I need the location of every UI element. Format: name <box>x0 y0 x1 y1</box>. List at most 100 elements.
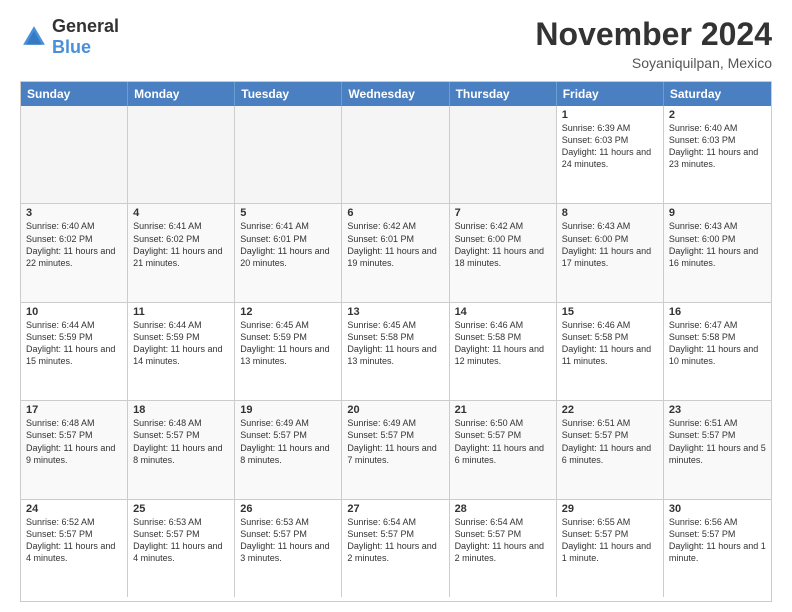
day-info: Sunrise: 6:54 AM Sunset: 5:57 PM Dayligh… <box>455 516 551 565</box>
logo-general: General <box>52 16 119 36</box>
day-number: 28 <box>455 503 551 515</box>
day-number: 12 <box>240 306 336 318</box>
day-info: Sunrise: 6:48 AM Sunset: 5:57 PM Dayligh… <box>26 417 122 466</box>
calendar-cell <box>21 106 128 203</box>
header: General Blue November 2024 Soyaniquilpan… <box>20 16 772 71</box>
day-number: 9 <box>669 207 766 219</box>
day-info: Sunrise: 6:49 AM Sunset: 5:57 PM Dayligh… <box>240 417 336 466</box>
calendar-cell: 11Sunrise: 6:44 AM Sunset: 5:59 PM Dayli… <box>128 303 235 400</box>
calendar-row: 3Sunrise: 6:40 AM Sunset: 6:02 PM Daylig… <box>21 204 771 302</box>
weekday-header: Friday <box>557 82 664 106</box>
calendar-cell: 4Sunrise: 6:41 AM Sunset: 6:02 PM Daylig… <box>128 204 235 301</box>
day-info: Sunrise: 6:43 AM Sunset: 6:00 PM Dayligh… <box>562 220 658 269</box>
weekday-header: Saturday <box>664 82 771 106</box>
calendar-cell: 6Sunrise: 6:42 AM Sunset: 6:01 PM Daylig… <box>342 204 449 301</box>
day-number: 10 <box>26 306 122 318</box>
logo-blue: Blue <box>52 37 91 57</box>
day-number: 16 <box>669 306 766 318</box>
calendar-cell: 21Sunrise: 6:50 AM Sunset: 5:57 PM Dayli… <box>450 401 557 498</box>
day-number: 27 <box>347 503 443 515</box>
calendar-cell: 28Sunrise: 6:54 AM Sunset: 5:57 PM Dayli… <box>450 500 557 597</box>
day-info: Sunrise: 6:41 AM Sunset: 6:02 PM Dayligh… <box>133 220 229 269</box>
calendar-cell: 9Sunrise: 6:43 AM Sunset: 6:00 PM Daylig… <box>664 204 771 301</box>
day-info: Sunrise: 6:56 AM Sunset: 5:57 PM Dayligh… <box>669 516 766 565</box>
weekday-header: Wednesday <box>342 82 449 106</box>
day-info: Sunrise: 6:42 AM Sunset: 6:01 PM Dayligh… <box>347 220 443 269</box>
day-info: Sunrise: 6:49 AM Sunset: 5:57 PM Dayligh… <box>347 417 443 466</box>
day-info: Sunrise: 6:55 AM Sunset: 5:57 PM Dayligh… <box>562 516 658 565</box>
logo: General Blue <box>20 16 119 58</box>
calendar-cell: 23Sunrise: 6:51 AM Sunset: 5:57 PM Dayli… <box>664 401 771 498</box>
day-info: Sunrise: 6:51 AM Sunset: 5:57 PM Dayligh… <box>669 417 766 466</box>
calendar-cell: 10Sunrise: 6:44 AM Sunset: 5:59 PM Dayli… <box>21 303 128 400</box>
calendar-cell: 12Sunrise: 6:45 AM Sunset: 5:59 PM Dayli… <box>235 303 342 400</box>
day-info: Sunrise: 6:40 AM Sunset: 6:03 PM Dayligh… <box>669 122 766 171</box>
calendar-cell: 29Sunrise: 6:55 AM Sunset: 5:57 PM Dayli… <box>557 500 664 597</box>
day-info: Sunrise: 6:53 AM Sunset: 5:57 PM Dayligh… <box>240 516 336 565</box>
calendar-cell: 20Sunrise: 6:49 AM Sunset: 5:57 PM Dayli… <box>342 401 449 498</box>
day-number: 21 <box>455 404 551 416</box>
month-title: November 2024 <box>535 16 772 53</box>
day-number: 20 <box>347 404 443 416</box>
calendar-cell: 24Sunrise: 6:52 AM Sunset: 5:57 PM Dayli… <box>21 500 128 597</box>
calendar-cell: 8Sunrise: 6:43 AM Sunset: 6:00 PM Daylig… <box>557 204 664 301</box>
calendar-row: 1Sunrise: 6:39 AM Sunset: 6:03 PM Daylig… <box>21 106 771 204</box>
calendar-row: 24Sunrise: 6:52 AM Sunset: 5:57 PM Dayli… <box>21 500 771 597</box>
location: Soyaniquilpan, Mexico <box>535 55 772 71</box>
calendar-cell: 30Sunrise: 6:56 AM Sunset: 5:57 PM Dayli… <box>664 500 771 597</box>
day-info: Sunrise: 6:54 AM Sunset: 5:57 PM Dayligh… <box>347 516 443 565</box>
day-number: 30 <box>669 503 766 515</box>
weekday-header: Thursday <box>450 82 557 106</box>
day-number: 15 <box>562 306 658 318</box>
day-number: 25 <box>133 503 229 515</box>
day-number: 5 <box>240 207 336 219</box>
day-info: Sunrise: 6:41 AM Sunset: 6:01 PM Dayligh… <box>240 220 336 269</box>
calendar-row: 10Sunrise: 6:44 AM Sunset: 5:59 PM Dayli… <box>21 303 771 401</box>
day-info: Sunrise: 6:45 AM Sunset: 5:58 PM Dayligh… <box>347 319 443 368</box>
day-number: 7 <box>455 207 551 219</box>
day-info: Sunrise: 6:46 AM Sunset: 5:58 PM Dayligh… <box>455 319 551 368</box>
calendar-cell: 17Sunrise: 6:48 AM Sunset: 5:57 PM Dayli… <box>21 401 128 498</box>
calendar-row: 17Sunrise: 6:48 AM Sunset: 5:57 PM Dayli… <box>21 401 771 499</box>
calendar: SundayMondayTuesdayWednesdayThursdayFrid… <box>20 81 772 602</box>
day-number: 2 <box>669 109 766 121</box>
calendar-header: SundayMondayTuesdayWednesdayThursdayFrid… <box>21 82 771 106</box>
day-number: 29 <box>562 503 658 515</box>
calendar-cell: 18Sunrise: 6:48 AM Sunset: 5:57 PM Dayli… <box>128 401 235 498</box>
day-number: 3 <box>26 207 122 219</box>
calendar-cell: 3Sunrise: 6:40 AM Sunset: 6:02 PM Daylig… <box>21 204 128 301</box>
day-number: 4 <box>133 207 229 219</box>
day-info: Sunrise: 6:51 AM Sunset: 5:57 PM Dayligh… <box>562 417 658 466</box>
day-number: 8 <box>562 207 658 219</box>
day-number: 17 <box>26 404 122 416</box>
calendar-cell: 7Sunrise: 6:42 AM Sunset: 6:00 PM Daylig… <box>450 204 557 301</box>
day-number: 13 <box>347 306 443 318</box>
day-info: Sunrise: 6:42 AM Sunset: 6:00 PM Dayligh… <box>455 220 551 269</box>
calendar-cell: 22Sunrise: 6:51 AM Sunset: 5:57 PM Dayli… <box>557 401 664 498</box>
weekday-header: Tuesday <box>235 82 342 106</box>
day-number: 14 <box>455 306 551 318</box>
calendar-cell <box>450 106 557 203</box>
calendar-cell: 26Sunrise: 6:53 AM Sunset: 5:57 PM Dayli… <box>235 500 342 597</box>
title-area: November 2024 Soyaniquilpan, Mexico <box>535 16 772 71</box>
day-number: 24 <box>26 503 122 515</box>
calendar-cell: 14Sunrise: 6:46 AM Sunset: 5:58 PM Dayli… <box>450 303 557 400</box>
day-info: Sunrise: 6:39 AM Sunset: 6:03 PM Dayligh… <box>562 122 658 171</box>
day-number: 1 <box>562 109 658 121</box>
day-info: Sunrise: 6:53 AM Sunset: 5:57 PM Dayligh… <box>133 516 229 565</box>
day-info: Sunrise: 6:48 AM Sunset: 5:57 PM Dayligh… <box>133 417 229 466</box>
day-info: Sunrise: 6:45 AM Sunset: 5:59 PM Dayligh… <box>240 319 336 368</box>
calendar-cell: 25Sunrise: 6:53 AM Sunset: 5:57 PM Dayli… <box>128 500 235 597</box>
calendar-page: General Blue November 2024 Soyaniquilpan… <box>0 0 792 612</box>
calendar-cell: 2Sunrise: 6:40 AM Sunset: 6:03 PM Daylig… <box>664 106 771 203</box>
calendar-cell <box>128 106 235 203</box>
calendar-cell: 13Sunrise: 6:45 AM Sunset: 5:58 PM Dayli… <box>342 303 449 400</box>
day-info: Sunrise: 6:43 AM Sunset: 6:00 PM Dayligh… <box>669 220 766 269</box>
day-number: 26 <box>240 503 336 515</box>
day-number: 23 <box>669 404 766 416</box>
day-number: 6 <box>347 207 443 219</box>
day-info: Sunrise: 6:50 AM Sunset: 5:57 PM Dayligh… <box>455 417 551 466</box>
day-info: Sunrise: 6:52 AM Sunset: 5:57 PM Dayligh… <box>26 516 122 565</box>
day-info: Sunrise: 6:44 AM Sunset: 5:59 PM Dayligh… <box>26 319 122 368</box>
day-number: 19 <box>240 404 336 416</box>
